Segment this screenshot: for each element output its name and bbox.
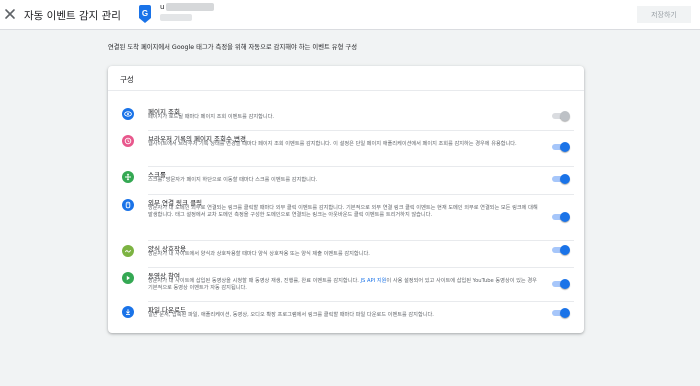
divider [148,130,574,131]
setting-description: 방문자가 내 도메인 외부로 연결되는 링크를 클릭할 때마다 외부 클릭 이벤… [148,205,538,219]
scroll-toggle[interactable] [552,174,570,184]
history-icon [122,135,134,147]
form-interactions-toggle[interactable] [552,245,570,255]
svg-text:G: G [142,9,148,18]
js-api-support-link[interactable]: JS API 지원 [361,278,387,284]
divider [148,240,574,241]
divider [148,166,574,167]
setting-description: 방문자가 내 사이트에서 양식과 상호작용할 때마다 양식 상호작용 또는 양식… [148,251,370,257]
setting-description: 웹사이트에서 브라우저 기록 상태를 변경할 때마다 페이지 조회 이벤트를 감… [148,141,517,147]
setting-description: 스크롤: 방문자가 페이지 하단으로 이동할 때마다 스크롤 이벤트를 감지합니… [148,177,318,183]
configuration-card: 구성 페이지 조회 페이지가 로드될 때마다 페이지 조회 이벤트를 감지합니다… [108,66,584,333]
outbound-link-icon [122,199,134,211]
top-app-bar: 자동 이벤트 감지 관리 G u 저장하기 [0,0,700,30]
form-icon [122,245,134,257]
divider [148,301,574,302]
history-change-toggle[interactable] [552,142,570,152]
outbound-clicks-toggle[interactable] [552,212,570,222]
card-title: 구성 [120,75,134,84]
page-view-toggle[interactable] [552,111,570,121]
file-downloads-toggle[interactable] [552,308,570,318]
scroll-icon [122,171,134,183]
close-icon[interactable] [2,6,18,22]
account-name: u [160,3,165,11]
account-name-redacted [166,3,214,11]
setting-description: 페이지가 로드될 때마다 페이지 조회 이벤트를 감지합니다. [148,114,275,120]
account-id-redacted [160,14,192,21]
video-engagement-toggle[interactable] [552,279,570,289]
save-button[interactable]: 저장하기 [637,6,691,23]
divider [108,90,584,91]
divider [148,194,574,195]
google-tag-logo-icon: G [139,5,151,23]
setting-description: 일반 문서, 압축된 파일, 애플리케이션, 동영상, 오디오 확장 프로그램에… [148,312,434,318]
intro-text: 연결된 도착 페이지에서 Google 태그가 측정을 위해 자동으로 감지해야… [108,44,357,51]
divider [148,267,574,268]
video-desc-part-1: 방문자가 내 사이트에 삽입된 동영상을 시청할 때 동영상 재생, 진행률, … [148,278,359,284]
download-icon [122,306,134,318]
setting-description: 방문자가 내 사이트에 삽입된 동영상을 시청할 때 동영상 재생, 진행률, … [148,278,542,293]
play-icon [122,272,134,284]
page-title: 자동 이벤트 감지 관리 [24,10,121,22]
eye-icon [122,108,134,120]
